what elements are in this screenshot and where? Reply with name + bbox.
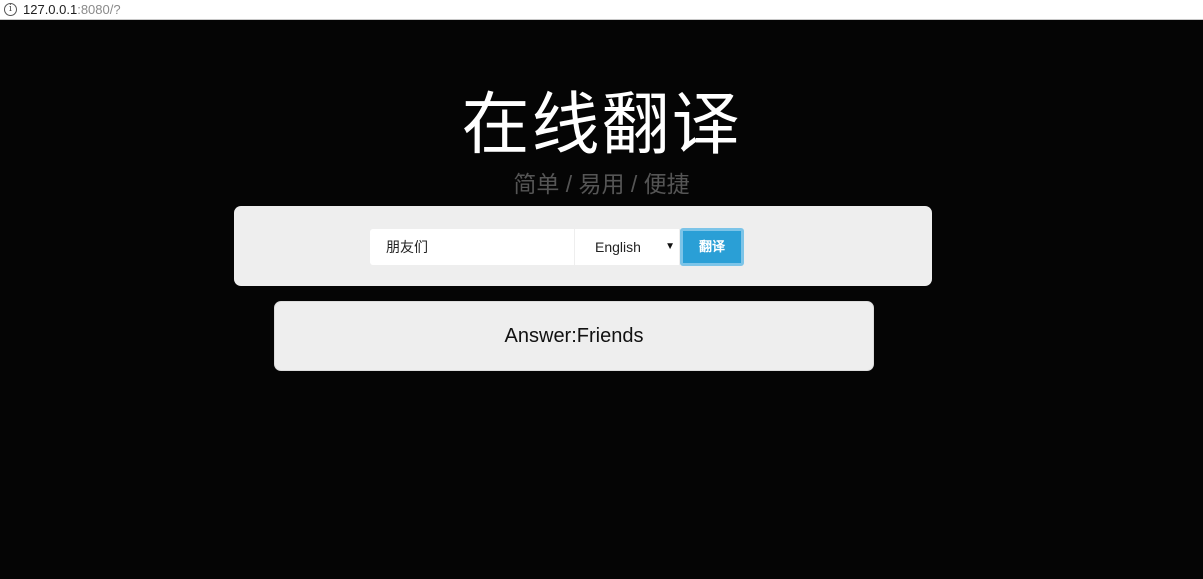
caret-down-icon: ▼: [665, 241, 675, 252]
page-title: 在线翻译: [461, 87, 742, 163]
translate-button[interactable]: 翻译: [680, 228, 744, 266]
language-select[interactable]: English ▼: [575, 229, 679, 265]
page-body: 在线翻译 简单 / 易用 / 便捷 English ▼ 翻译 Answer:Fr…: [0, 20, 1203, 579]
source-text-input[interactable]: [370, 229, 574, 265]
translate-form: English ▼ 翻译: [234, 206, 932, 286]
answer-panel: Answer:Friends: [274, 301, 874, 371]
answer-text: Answer:Friends: [504, 325, 644, 347]
address-bar[interactable]: i 127.0.0.1:8080/?: [0, 0, 1203, 20]
language-select-value: English: [595, 239, 641, 255]
url-path: :8080/?: [77, 2, 121, 17]
page-subtitle: 简单 / 易用 / 便捷: [513, 171, 690, 197]
info-icon[interactable]: i: [4, 3, 17, 16]
url-host: 127.0.0.1: [23, 2, 78, 17]
